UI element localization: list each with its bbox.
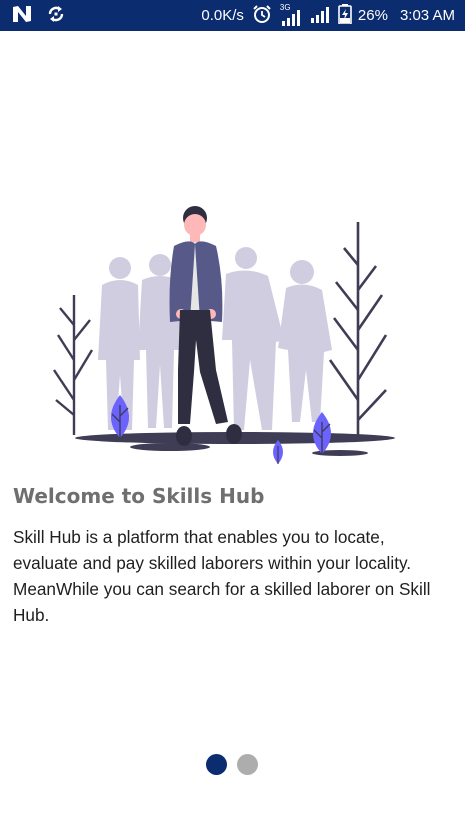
status-bar-left (12, 0, 66, 31)
left-tree (53, 295, 94, 435)
onboarding-illustration (40, 200, 430, 475)
right-tree (328, 222, 388, 440)
network-type-label: 3G (279, 2, 291, 12)
sync-icon (46, 4, 66, 28)
status-bar: 0.0K/s 3G 26% 3:03 AM (0, 0, 465, 31)
battery-percent: 26% (357, 7, 388, 24)
battery-charging-icon (330, 3, 352, 28)
page-dot-2[interactable] (237, 754, 258, 775)
clock: 3:03 AM (399, 7, 455, 24)
network-speed: 0.0K/s (201, 7, 244, 24)
onboarding-description: Skill Hub is a platform that enables you… (13, 527, 431, 625)
alarm-icon (244, 4, 272, 28)
status-bar-right: 0.0K/s 3G 26% 3:03 AM (195, 0, 455, 31)
onboarding-title: Welcome to Skills Hub (13, 484, 265, 508)
n-logo-icon (12, 5, 32, 27)
page-indicator (206, 754, 258, 775)
signal-icon (302, 5, 330, 27)
people-illustration (53, 206, 395, 464)
page-dot-1-active[interactable] (206, 754, 227, 775)
signal-3g-icon: 3G (279, 2, 302, 26)
